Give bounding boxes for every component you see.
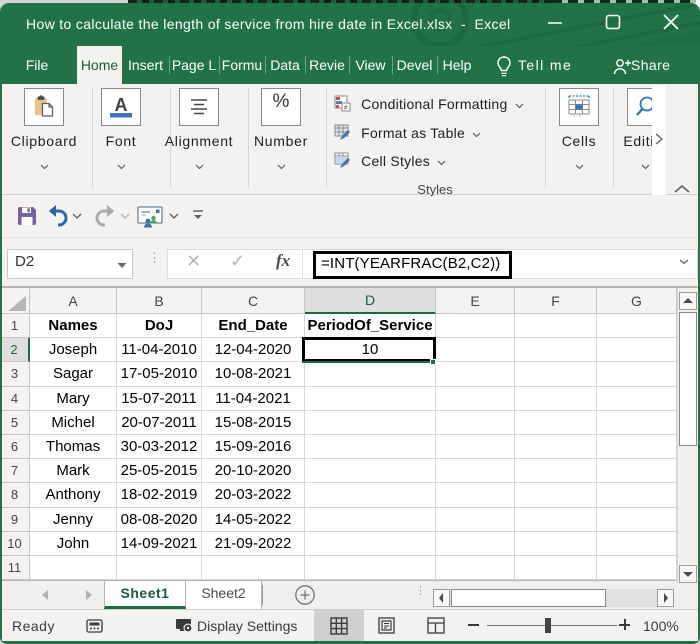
svg-text:≠: ≠ — [344, 105, 348, 112]
svg-text:A: A — [115, 95, 128, 115]
